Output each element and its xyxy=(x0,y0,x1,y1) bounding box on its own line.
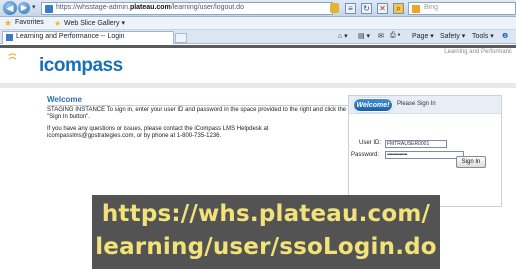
sign-in-button[interactable]: Sign In xyxy=(456,156,486,168)
refresh-icon[interactable]: ↻ xyxy=(361,3,372,14)
url-caption-banner: https://whs.plateau.com/ learning/user/s… xyxy=(92,195,440,269)
feeds-icon[interactable]: ▤ ▾ xyxy=(358,32,370,40)
stop-icon[interactable]: ✕ xyxy=(377,3,388,14)
logo-text: icompass xyxy=(39,55,123,76)
tab-title: Learning and Performance -- Login xyxy=(16,33,125,40)
password-field[interactable]: •••••••••••••••• xyxy=(385,151,464,159)
favorites-button[interactable]: Favorites xyxy=(15,19,44,26)
helpdesk-info: If you have any questions or issues, ple… xyxy=(47,126,269,139)
site-favicon-icon xyxy=(45,5,53,13)
user-id-label: User ID: xyxy=(359,140,382,146)
web-slice-gallery-link[interactable]: Web Slice Gallery ▾ xyxy=(64,19,125,27)
tab-favicon-icon xyxy=(6,34,13,41)
back-icon[interactable]: ◀ xyxy=(3,1,17,15)
search-placeholder: Bing xyxy=(424,4,439,11)
search-field[interactable]: Bing xyxy=(408,2,516,15)
welcome-instructions: STAGING INSTANCE To sign in, enter your … xyxy=(47,107,347,120)
chevron-down-icon[interactable]: ▾ xyxy=(32,3,36,11)
bing-icon xyxy=(412,5,420,13)
welcome-divider xyxy=(47,105,352,106)
signin-panel: Welcome! Please Sign In User ID: FMTRAUS… xyxy=(348,95,502,207)
favorites-bar: ★ Favorites ★ Web Slice Gallery ▾ xyxy=(0,17,516,30)
home-icon[interactable]: ⌂ ▾ xyxy=(338,32,348,40)
caption-line-2: learning/user/ssoLogin.do xyxy=(95,234,437,260)
mail-icon[interactable]: ✉ xyxy=(378,32,384,40)
header-band xyxy=(0,83,516,88)
welcome-heading: Welcome xyxy=(47,95,82,104)
tab-bar: Learning and Performance -- Login ⌂ ▾ ▤ … xyxy=(0,30,516,44)
forward-icon[interactable]: ▶ xyxy=(18,2,30,14)
address-bar: ◀ ▶ ▾ https://whsstage-admin.plateau.com… xyxy=(0,0,516,17)
safety-menu[interactable]: Safety ▾ xyxy=(440,32,465,40)
header-rule xyxy=(0,45,516,48)
new-tab-button[interactable] xyxy=(175,33,187,43)
help-icon[interactable]: ❷ xyxy=(502,32,508,40)
add-favorite-icon[interactable]: ★ xyxy=(54,19,61,28)
signin-heading: Please Sign In xyxy=(397,101,436,107)
caption-line-1: https://whs.plateau.com/ xyxy=(101,201,431,227)
compatibility-view-icon[interactable]: ≡ xyxy=(345,3,356,14)
header-app-name: Learning and Performanc xyxy=(444,49,512,55)
user-id-field[interactable]: FMTRAUSER0001 xyxy=(385,140,447,148)
page-menu[interactable]: Page ▾ xyxy=(412,32,434,40)
url-field[interactable]: https://whsstage-admin.plateau.com/learn… xyxy=(41,2,333,15)
icompass-logo: ꩰ icompass xyxy=(18,53,138,81)
tools-menu[interactable]: Tools ▾ xyxy=(472,32,494,40)
password-label: Password: xyxy=(351,152,380,158)
welcome-badge: Welcome! xyxy=(353,98,393,112)
lock-icon[interactable] xyxy=(330,3,339,13)
signin-header: Welcome! Please Sign In xyxy=(349,96,501,114)
tab-login[interactable]: Learning and Performance -- Login xyxy=(2,31,174,44)
favorites-star-icon[interactable]: ★ xyxy=(4,18,12,29)
url-text: https://whsstage-admin.plateau.com/learn… xyxy=(56,4,244,11)
page-content: Learning and Performanc ꩰ icompass Welco… xyxy=(0,45,516,273)
print-icon[interactable]: ⎙ ▾ xyxy=(390,32,401,40)
live-search-icon[interactable]: ⌕ xyxy=(393,3,404,14)
